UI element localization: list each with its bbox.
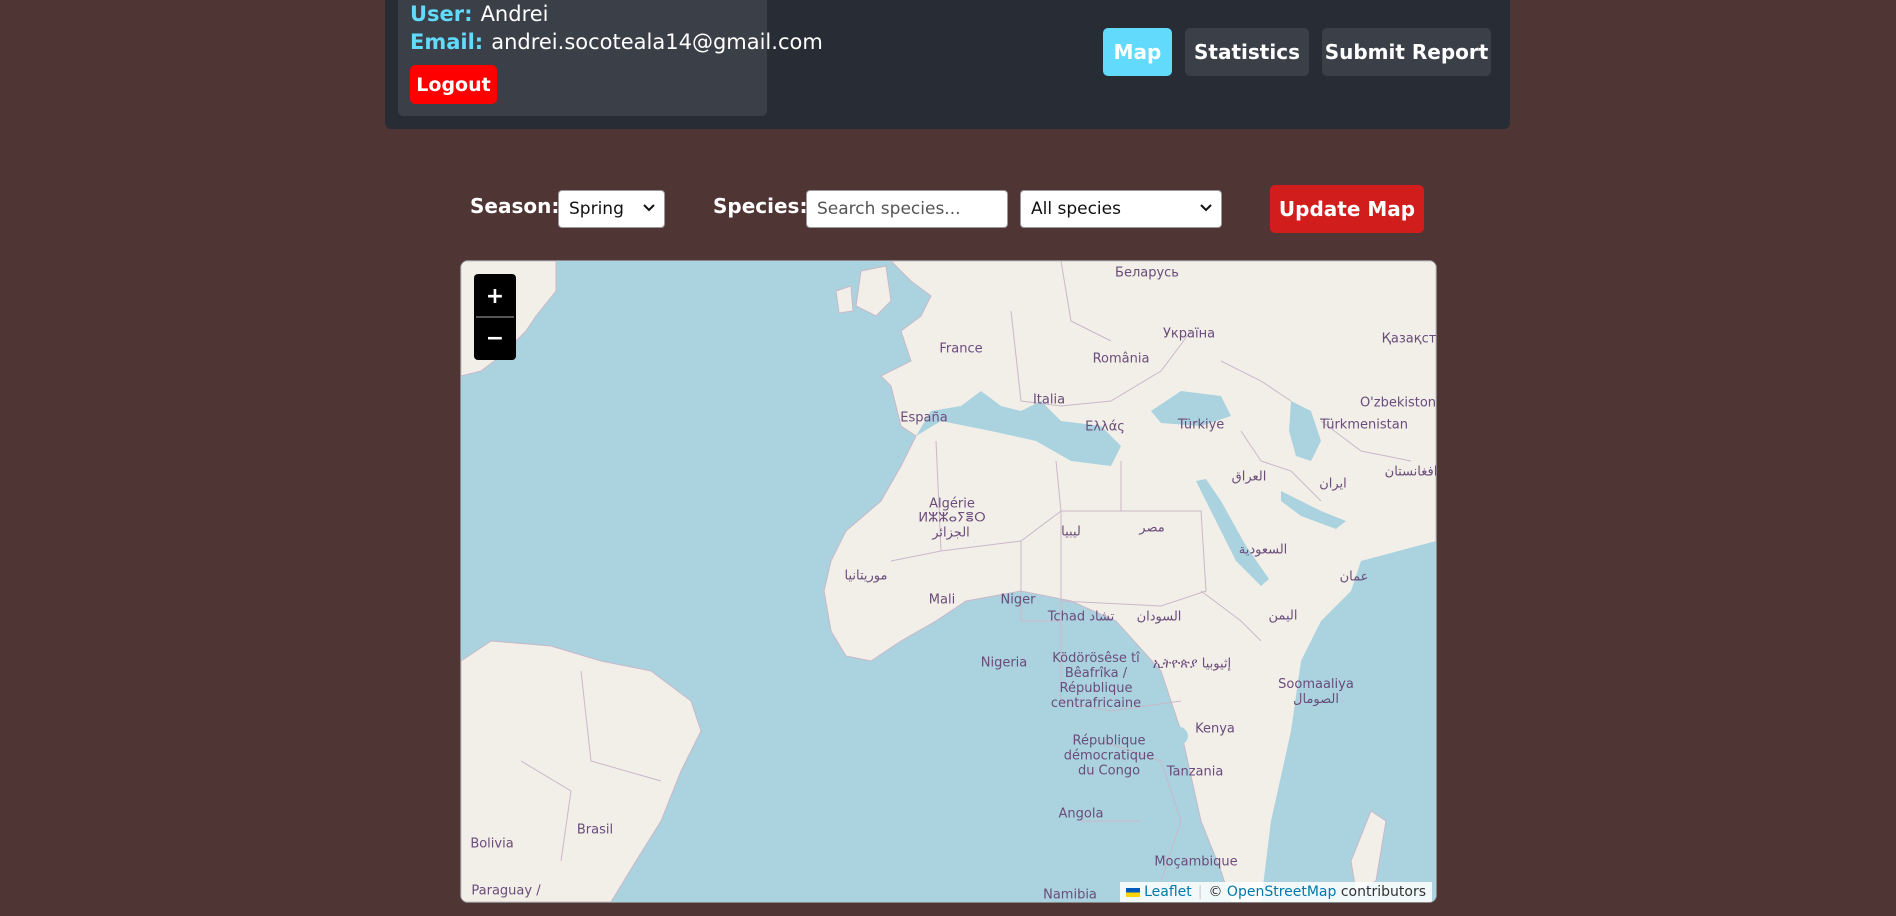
map-label: الجزائر [932,525,970,541]
leaflet-link[interactable]: Leaflet [1144,884,1192,900]
update-map-button[interactable]: Update Map [1270,185,1424,233]
map-label: العراق [1231,469,1267,485]
user-email: andrei.socoteala14@gmail.com [491,30,823,54]
attribution-copyright: © [1208,884,1223,900]
map-label: افغانستان [1384,464,1437,480]
map-label: ایران [1319,476,1347,492]
attribution-contributors: contributors [1340,884,1426,900]
email-line: Email: andrei.socoteala14@gmail.com [410,30,823,54]
map-label: Mali [928,592,956,608]
map-label: Ελλάς [1085,419,1125,435]
map-label: Paraguay / [471,883,541,899]
chevron-down-icon [1200,204,1212,212]
species-search-input[interactable]: Search species... [806,190,1008,228]
email-label: Email: [410,30,484,54]
map-label: République démocratique du Congo [1063,733,1155,779]
map-label: اليمن [1268,608,1298,624]
map-label: Brasil [576,822,614,838]
map-label: Ködörösêse tî Bêafrîka / République cent… [1050,651,1142,711]
map-label: Namibia [1043,887,1097,903]
map-label: Tanzania [1166,764,1224,780]
zoom-control: + − [474,274,516,360]
map-label: România [1092,351,1150,367]
map-label: Bolivia [470,836,514,852]
season-select[interactable]: Spring [558,190,665,228]
map-label: O'zbekiston [1359,395,1437,411]
map-label: Nigeria [980,655,1028,671]
season-select-value: Spring [569,199,624,219]
user-label: User: [410,2,473,26]
map-label: Беларусь [1115,265,1179,281]
species-select-value: All species [1031,199,1121,219]
map-label: France [939,341,983,357]
map-label: ليبيا [1061,524,1081,540]
map-label: Angola [1058,806,1104,822]
ukraine-flag-icon [1126,887,1141,897]
map-label: ኢትዮጵያ إثيوبيا [1152,656,1232,672]
map-view[interactable]: Беларусь Україна Қазақст France România … [460,260,1437,903]
attribution-divider: | [1197,884,1203,900]
zoom-out-button[interactable]: − [476,316,514,358]
zoom-in-button[interactable]: + [476,276,514,316]
map-label: Türkmenistan [1320,417,1408,433]
map-tiles [461,261,1436,902]
map-label: Algérie [929,496,975,512]
map-label: Tchad تشاد [1047,609,1115,625]
nav-statistics-button[interactable]: Statistics [1185,28,1309,76]
map-label: Türkiye [1177,417,1225,433]
map-label: ⵍⵣⵣⴰⵢⴻⵔ [918,510,986,526]
map-label: موريتانيا [844,568,888,584]
map-label: Moçambique [1154,854,1238,870]
map-label: Kenya [1195,721,1235,737]
user-name: Andrei [480,2,549,26]
chevron-down-icon [643,204,655,212]
nav-map-button[interactable]: Map [1103,28,1172,76]
map-label: السودان [1136,609,1182,625]
map-label: Italia [1032,392,1066,408]
map-label: مصر [1139,520,1165,536]
species-label: Species: [713,194,808,218]
map-label: Қазақст [1381,331,1437,347]
map-label: Niger [1000,592,1036,608]
map-label: España [900,410,948,426]
map-label: Україна [1162,326,1216,342]
season-label: Season: [470,194,560,218]
map-label: السعودية [1238,542,1288,558]
nav-submit-report-button[interactable]: Submit Report [1322,28,1491,76]
map-label: عمان [1339,569,1369,585]
user-line: User: Andrei [410,2,549,26]
map-label: Soomaaliya الصومال [1278,677,1354,707]
map-attribution: Leaflet | © OpenStreetMap contributors [1120,882,1432,902]
species-select[interactable]: All species [1020,190,1222,228]
openstreetmap-link[interactable]: OpenStreetMap [1227,884,1336,900]
logout-button[interactable]: Logout [410,65,497,104]
